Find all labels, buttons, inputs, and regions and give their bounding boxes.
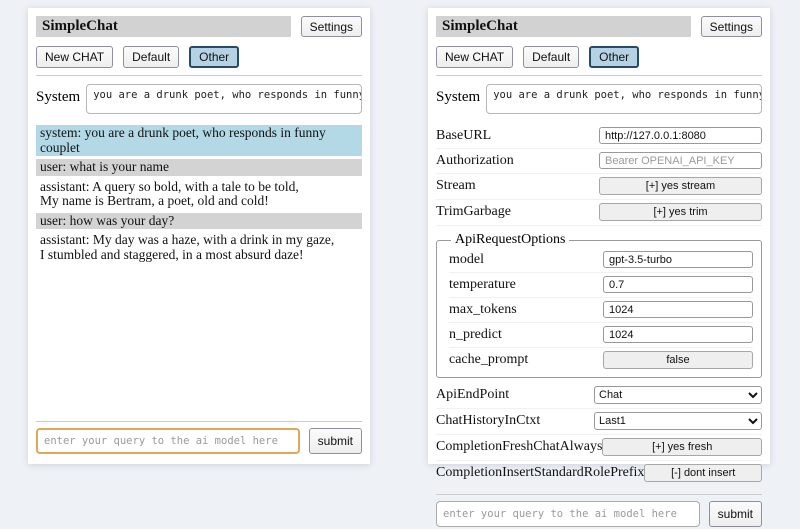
baseurl-input[interactable] <box>599 127 762 144</box>
session-buttons: New CHAT Default Other <box>36 46 362 68</box>
chat-panel-header: SimpleChat Settings <box>36 16 362 37</box>
query-input[interactable] <box>436 501 700 527</box>
session-button-other[interactable]: Other <box>589 46 639 68</box>
completioninsertstandardroleprefix-label: CompletionInsertStandardRolePrefix <box>436 465 644 481</box>
system-prompt-label: System <box>36 84 80 106</box>
stream-label: Stream <box>436 178 476 194</box>
max-tokens-input[interactable] <box>603 301 753 318</box>
system-prompt-row: System you are a drunk poet, who respond… <box>436 84 762 114</box>
completioninsertstandardroleprefix-toggle-button[interactable]: [-] dont insert <box>644 464 762 482</box>
query-row: submit <box>36 428 362 456</box>
setting-row-completionfreshchatalways: CompletionFreshChatAlways [+] yes fresh <box>436 435 762 461</box>
chathistoryinctxt-label: ChatHistoryInCtxt <box>436 413 540 429</box>
setting-row-max-tokens: max_tokens <box>449 298 753 323</box>
workspace: SimpleChat Settings New CHAT Default Oth… <box>0 0 800 480</box>
setting-row-cache-prompt: cache_prompt false <box>449 348 753 373</box>
setting-row-model: model <box>449 248 753 273</box>
setting-row-authorization: Authorization <box>436 149 762 174</box>
setting-row-stream: Stream [+] yes stream <box>436 174 762 200</box>
new-chat-button[interactable]: New CHAT <box>36 46 113 68</box>
query-divider <box>436 494 762 495</box>
trimgarbage-toggle-button[interactable]: [+] yes trim <box>599 203 762 221</box>
completionfreshchatalways-toggle-button[interactable]: [+] yes fresh <box>602 438 762 456</box>
header-divider <box>436 75 762 76</box>
setting-row-n-predict: n_predict <box>449 323 753 348</box>
query-input[interactable] <box>36 428 300 454</box>
setting-row-apiendpoint: ApiEndPoint Chat <box>436 383 762 409</box>
setting-row-temperature: temperature <box>449 273 753 298</box>
api-request-options-fieldset: ApiRequestOptions model temperature max_… <box>436 232 762 378</box>
chat-message: system: you are a drunk poet, who respon… <box>36 125 362 156</box>
settings-form: BaseURL Authorization Stream [+] yes str… <box>436 124 762 487</box>
cache-prompt-toggle-button[interactable]: false <box>603 351 753 369</box>
apiendpoint-label: ApiEndPoint <box>436 387 509 403</box>
api-request-options-legend: ApiRequestOptions <box>451 232 569 248</box>
settings-button[interactable]: Settings <box>701 16 762 37</box>
authorization-label: Authorization <box>436 153 514 169</box>
query-row: submit <box>436 501 762 529</box>
query-divider <box>36 421 362 422</box>
system-prompt-label: System <box>436 84 480 106</box>
setting-row-chathistoryinctxt: ChatHistoryInCtxt Last1 <box>436 409 762 435</box>
system-prompt-textarea[interactable]: you are a drunk poet, who responds in fu… <box>486 84 762 114</box>
n-predict-label: n_predict <box>449 327 502 343</box>
submit-button[interactable]: submit <box>309 428 362 454</box>
trimgarbage-label: TrimGarbage <box>436 204 511 220</box>
new-chat-button[interactable]: New CHAT <box>436 46 513 68</box>
cache-prompt-label: cache_prompt <box>449 352 528 368</box>
chat-message: user: what is your name <box>36 159 362 176</box>
max-tokens-label: max_tokens <box>449 302 517 318</box>
system-prompt-textarea[interactable]: you are a drunk poet, who responds in fu… <box>86 84 362 114</box>
submit-button[interactable]: submit <box>709 501 762 527</box>
system-prompt-row: System you are a drunk poet, who respond… <box>36 84 362 114</box>
setting-row-trimgarbage: TrimGarbage [+] yes trim <box>436 200 762 226</box>
settings-button[interactable]: Settings <box>301 16 362 37</box>
settings-panel: SimpleChat Settings New CHAT Default Oth… <box>428 8 770 464</box>
apiendpoint-select[interactable]: Chat <box>594 386 762 404</box>
session-buttons: New CHAT Default Other <box>436 46 762 68</box>
chat-messages: system: you are a drunk poet, who respon… <box>36 125 362 266</box>
app-title: SimpleChat <box>436 16 691 37</box>
chat-message: assistant: My day was a haze, with a dri… <box>36 232 362 263</box>
chat-message: assistant: A query so bold, with a tale … <box>36 179 362 210</box>
chat-message: user: how was your day? <box>36 213 362 230</box>
chat-panel: SimpleChat Settings New CHAT Default Oth… <box>28 8 370 464</box>
settings-panel-header: SimpleChat Settings <box>436 16 762 37</box>
authorization-input[interactable] <box>599 152 762 169</box>
stream-toggle-button[interactable]: [+] yes stream <box>599 177 762 195</box>
completionfreshchatalways-label: CompletionFreshChatAlways <box>436 439 602 455</box>
chathistoryinctxt-select[interactable]: Last1 <box>594 412 762 430</box>
temperature-label: temperature <box>449 277 516 293</box>
baseurl-label: BaseURL <box>436 128 491 144</box>
model-label: model <box>449 252 484 268</box>
setting-row-baseurl: BaseURL <box>436 124 762 149</box>
app-title: SimpleChat <box>36 16 291 37</box>
session-button-default[interactable]: Default <box>523 46 579 68</box>
spacer <box>36 266 362 414</box>
model-input[interactable] <box>603 251 753 268</box>
n-predict-input[interactable] <box>603 326 753 343</box>
header-divider <box>36 75 362 76</box>
setting-row-completioninsertstandardroleprefix: CompletionInsertStandardRolePrefix [-] d… <box>436 461 762 487</box>
temperature-input[interactable] <box>603 276 753 293</box>
session-button-default[interactable]: Default <box>123 46 179 68</box>
session-button-other[interactable]: Other <box>189 46 239 68</box>
